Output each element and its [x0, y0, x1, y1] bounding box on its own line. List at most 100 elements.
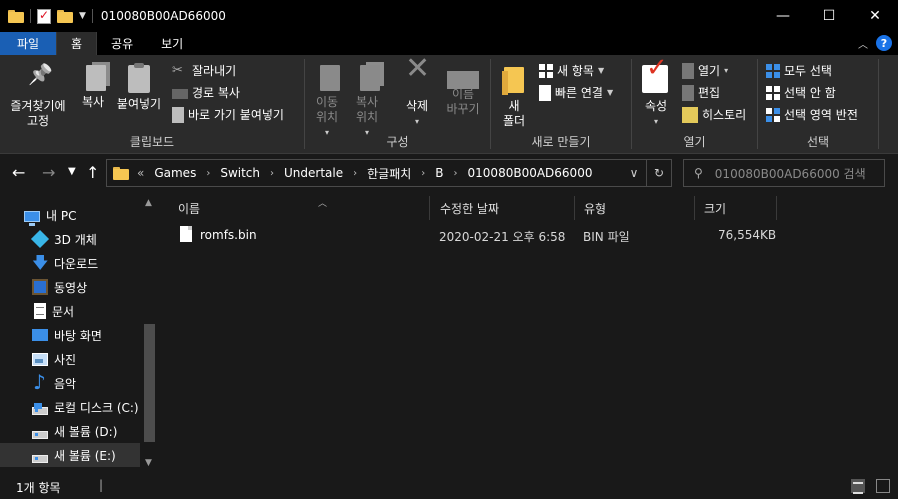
table-row[interactable]: romfs.bin 2020-02-21 오후 6:58 BIN 파일 76,5… — [170, 224, 870, 246]
nav-item-drive-d[interactable]: 새 볼륨 (D:) — [0, 419, 140, 443]
chevron-right-icon[interactable]: › — [421, 168, 425, 179]
edit-button[interactable]: 편집 — [682, 84, 720, 101]
new-folder-button[interactable]: 새 폴더 — [499, 65, 529, 129]
nav-item-label: 로컬 디스크 (C:) — [54, 400, 139, 415]
file-icon — [180, 226, 192, 242]
column-divider[interactable] — [574, 196, 575, 220]
drive-icon — [32, 455, 48, 463]
tab-share[interactable]: 공유 — [97, 32, 147, 55]
nav-item-music[interactable]: 음악 — [0, 370, 140, 395]
folder-icon — [8, 9, 24, 23]
tab-file[interactable]: 파일 — [0, 32, 56, 55]
column-divider[interactable] — [776, 196, 777, 220]
nav-item-label: 사진 — [54, 352, 77, 367]
properties-button[interactable]: 속성 ▾ — [640, 61, 672, 129]
address-dropdown-icon[interactable]: ∨ — [622, 166, 646, 180]
pin-label: 즐겨찾기에 고정 — [10, 99, 66, 128]
delete-icon — [401, 61, 433, 95]
breadcrumb-item[interactable]: 010080B00AD66000 — [468, 166, 593, 180]
scroll-down-icon[interactable]: ▼ — [145, 458, 152, 468]
status-divider: | — [99, 478, 104, 492]
easy-access-button[interactable]: 빠른 연결 ▼ — [539, 84, 613, 101]
column-header-size-label: 크기 — [704, 201, 727, 216]
paste-button[interactable]: 붙여넣기 — [114, 63, 164, 112]
breadcrumb-item[interactable]: Undertale — [284, 166, 343, 180]
forward-arrow-icon[interactable]: → — [42, 163, 55, 182]
column-header-name[interactable]: 이름 ︿ — [178, 196, 432, 220]
nav-item-this-pc[interactable]: 내 PC — [0, 203, 140, 227]
easy-access-icon — [539, 84, 551, 101]
select-all-button[interactable]: 모두 선택 — [766, 62, 832, 79]
rename-icon — [447, 71, 479, 89]
nav-item-videos[interactable]: 동영상 — [0, 275, 140, 299]
large-icons-view-icon[interactable] — [876, 479, 890, 493]
properties-icon[interactable] — [37, 8, 51, 24]
maximize-button[interactable]: ☐ — [806, 0, 852, 32]
scroll-up-icon[interactable]: ▲ — [145, 198, 152, 208]
nav-item-label: 바탕 화면 — [54, 328, 102, 343]
select-all-label: 모두 선택 — [784, 64, 832, 78]
refresh-icon[interactable]: ↻ — [647, 166, 671, 180]
address-bar[interactable]: « Games › Switch › Undertale › 한글패치 › B … — [106, 159, 672, 187]
column-header-modified[interactable]: 수정한 날짜 — [440, 196, 570, 220]
breadcrumb-item[interactable]: Games — [154, 166, 196, 180]
new-item-label: 새 항목 — [557, 64, 594, 78]
qat-customize-dropdown-icon[interactable]: ▼ — [79, 11, 86, 21]
nav-item-downloads[interactable]: 다운로드 — [0, 251, 140, 279]
breadcrumb-item[interactable]: B — [435, 166, 443, 180]
copy-path-button[interactable]: 경로 복사 — [172, 84, 240, 101]
recent-locations-chevron-icon[interactable]: ▼ — [68, 166, 76, 177]
history-icon — [682, 106, 698, 123]
qat-separator — [30, 9, 31, 23]
move-to-button[interactable]: 이동 위치 ▾ — [311, 65, 343, 140]
select-none-label: 선택 안 함 — [784, 86, 836, 100]
new-item-button[interactable]: 새 항목 ▼ — [539, 62, 604, 79]
copy-to-icon — [360, 65, 380, 91]
chevron-right-icon[interactable]: › — [353, 168, 357, 179]
tab-home[interactable]: 홈 — [56, 32, 98, 55]
paste-shortcut-button[interactable]: 바로 가기 붙여넣기 — [172, 106, 284, 123]
nav-item-pictures[interactable]: 사진 — [0, 347, 140, 371]
invert-selection-button[interactable]: 선택 영역 반전 — [766, 106, 858, 123]
up-arrow-icon[interactable]: ↑ — [86, 163, 99, 182]
back-arrow-icon[interactable]: ← — [12, 163, 25, 182]
breadcrumb-item[interactable]: Switch — [220, 166, 260, 180]
close-button[interactable]: ✕ — [852, 0, 898, 32]
cut-button[interactable]: ✂ 잘라내기 — [172, 62, 236, 79]
chevron-right-icon[interactable]: › — [454, 168, 458, 179]
column-divider[interactable] — [429, 196, 430, 220]
delete-button[interactable]: 삭제 ▾ — [401, 61, 433, 129]
breadcrumb-overflow[interactable]: « — [137, 166, 144, 180]
history-button[interactable]: 히스토리 — [682, 106, 746, 123]
tab-view[interactable]: 보기 — [147, 32, 197, 55]
collapse-ribbon-icon[interactable]: ︿ — [858, 36, 868, 51]
column-header-type-label: 유형 — [584, 201, 607, 216]
open-button[interactable]: 열기 ▾ — [682, 62, 728, 79]
chevron-right-icon[interactable]: › — [270, 168, 274, 179]
delete-label: 삭제 — [405, 99, 429, 113]
nav-pane-scrollbar[interactable]: ▲ ▼ — [141, 192, 158, 474]
column-header-type[interactable]: 유형 — [584, 196, 684, 220]
chevron-right-icon[interactable]: › — [206, 168, 210, 179]
select-none-button[interactable]: 선택 안 함 — [766, 84, 836, 101]
search-box[interactable]: ⚲ 010080B00AD66000 검색 — [683, 159, 885, 187]
edit-label: 편집 — [698, 86, 721, 100]
copy-button[interactable]: 복사 — [78, 65, 108, 110]
minimize-button[interactable]: — — [760, 0, 806, 32]
scrollbar-thumb[interactable] — [144, 324, 155, 442]
new-folder-icon[interactable] — [57, 9, 73, 23]
window-title: 010080B00AD66000 — [100, 9, 226, 23]
nav-item-desktop[interactable]: 바탕 화면 — [0, 323, 140, 347]
nav-item-documents[interactable]: 문서 — [0, 299, 140, 323]
pin-to-quick-access-button[interactable]: 즐겨찾기에 고정 — [6, 65, 70, 129]
nav-item-drive-c[interactable]: 로컬 디스크 (C:) — [0, 395, 140, 419]
nav-item-drive-e[interactable]: 새 볼륨 (E:) — [0, 443, 140, 467]
column-header-size[interactable]: 크기 — [704, 196, 774, 220]
rename-button[interactable]: 이름 바꾸기 — [443, 65, 483, 117]
breadcrumb-item[interactable]: 한글패치 — [367, 165, 411, 182]
details-view-icon[interactable] — [851, 479, 865, 494]
help-icon[interactable]: ? — [876, 35, 892, 51]
copy-to-button[interactable]: 복사 위치 ▾ — [351, 65, 383, 140]
nav-item-3d-objects[interactable]: 3D 개체 — [0, 227, 140, 251]
column-divider[interactable] — [694, 196, 695, 220]
